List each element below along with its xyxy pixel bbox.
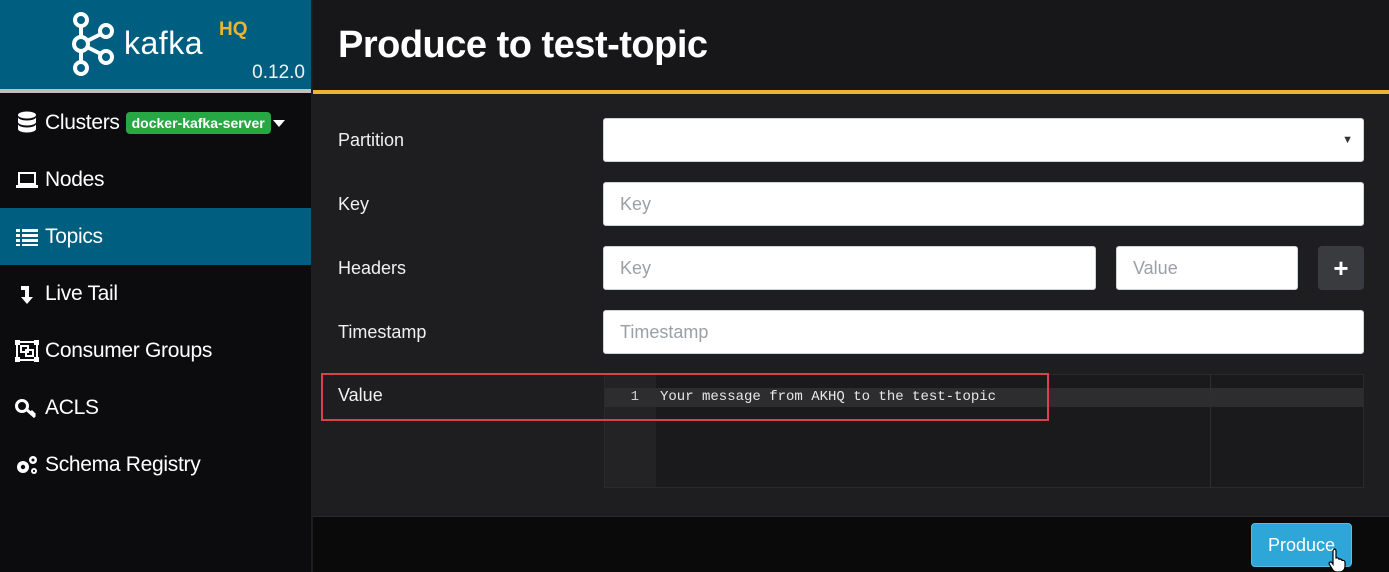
sidebar-item-label: Schema Registry xyxy=(45,452,201,476)
app-version: 0.12.0 xyxy=(252,62,305,83)
timestamp-placeholder: Timestamp xyxy=(620,321,709,342)
chevron-down-icon[interactable] xyxy=(273,120,285,127)
key-input[interactable]: Key xyxy=(603,182,1364,226)
key-label: Key xyxy=(338,194,370,214)
arrow-down-icon xyxy=(15,282,39,306)
kafka-logo-icon xyxy=(72,12,114,76)
sidebar-item-schema-registry[interactable]: Schema Registry xyxy=(0,436,311,493)
page-header: Produce to test-topic xyxy=(313,0,1389,90)
headers-label: Headers xyxy=(338,258,407,278)
editor-print-margin xyxy=(1210,375,1211,487)
key-placeholder: Key xyxy=(620,193,652,214)
key-icon xyxy=(15,396,39,420)
header-divider xyxy=(313,90,1389,94)
form-footer xyxy=(313,516,1389,572)
sidebar-item-live-tail[interactable]: Live Tail xyxy=(0,265,311,322)
value-label: Value xyxy=(338,385,383,405)
editor-line-number: 1 xyxy=(630,389,639,405)
sidebar-item-clusters[interactable]: Clusters docker-kafka-server xyxy=(0,94,311,151)
produce-button-label: Produce xyxy=(1267,534,1336,555)
brand-name: kafka xyxy=(124,25,203,61)
sidebar-item-topics[interactable]: Topics xyxy=(0,208,311,265)
page-title: Produce to test-topic xyxy=(338,24,708,66)
partition-select[interactable]: ▼ xyxy=(603,118,1364,162)
timestamp-label: Timestamp xyxy=(338,322,427,342)
brand-suffix: HQ xyxy=(219,19,248,40)
cogs-icon xyxy=(15,453,39,477)
sidebar-item-consumer-groups[interactable]: Consumer Groups xyxy=(0,322,311,379)
sidebar-item-label: Nodes xyxy=(45,167,105,191)
add-header-button[interactable]: + xyxy=(1318,246,1364,290)
cluster-badge[interactable]: docker-kafka-server xyxy=(125,111,271,134)
brand-separator xyxy=(0,89,311,93)
sidebar: kafka HQ 0.12.0 Clusters docker-kafka-se… xyxy=(0,0,311,572)
header-value-input[interactable]: Value xyxy=(1116,246,1298,290)
header-key-input[interactable]: Key xyxy=(603,246,1096,290)
partition-label: Partition xyxy=(338,130,405,150)
hand-pointer-icon xyxy=(1328,548,1346,572)
object-group-icon xyxy=(15,339,39,363)
value-code-editor[interactable]: 1 Your message from AKHQ to the test-top… xyxy=(604,374,1364,488)
header-value-placeholder: Value xyxy=(1133,257,1178,278)
brand-header[interactable]: kafka HQ 0.12.0 xyxy=(0,0,311,89)
sidebar-item-label: Clusters xyxy=(45,110,120,134)
sidebar-item-label: ACLS xyxy=(45,395,99,419)
sidebar-item-nodes[interactable]: Nodes xyxy=(0,151,311,208)
header-key-placeholder: Key xyxy=(620,257,652,278)
timestamp-input[interactable]: Timestamp xyxy=(603,310,1364,354)
sidebar-item-label: Live Tail xyxy=(45,281,118,305)
sidebar-item-acls[interactable]: ACLS xyxy=(0,379,311,436)
laptop-icon xyxy=(15,168,39,192)
database-icon xyxy=(15,111,39,135)
sidebar-item-label: Consumer Groups xyxy=(45,338,213,362)
list-icon xyxy=(15,225,39,249)
sidebar-item-label: Topics xyxy=(45,224,103,248)
editor-code-line[interactable]: Your message from AKHQ to the test-topic xyxy=(660,388,996,407)
plus-icon: + xyxy=(1333,252,1349,283)
select-arrow-icon: ▼ xyxy=(1342,134,1353,146)
